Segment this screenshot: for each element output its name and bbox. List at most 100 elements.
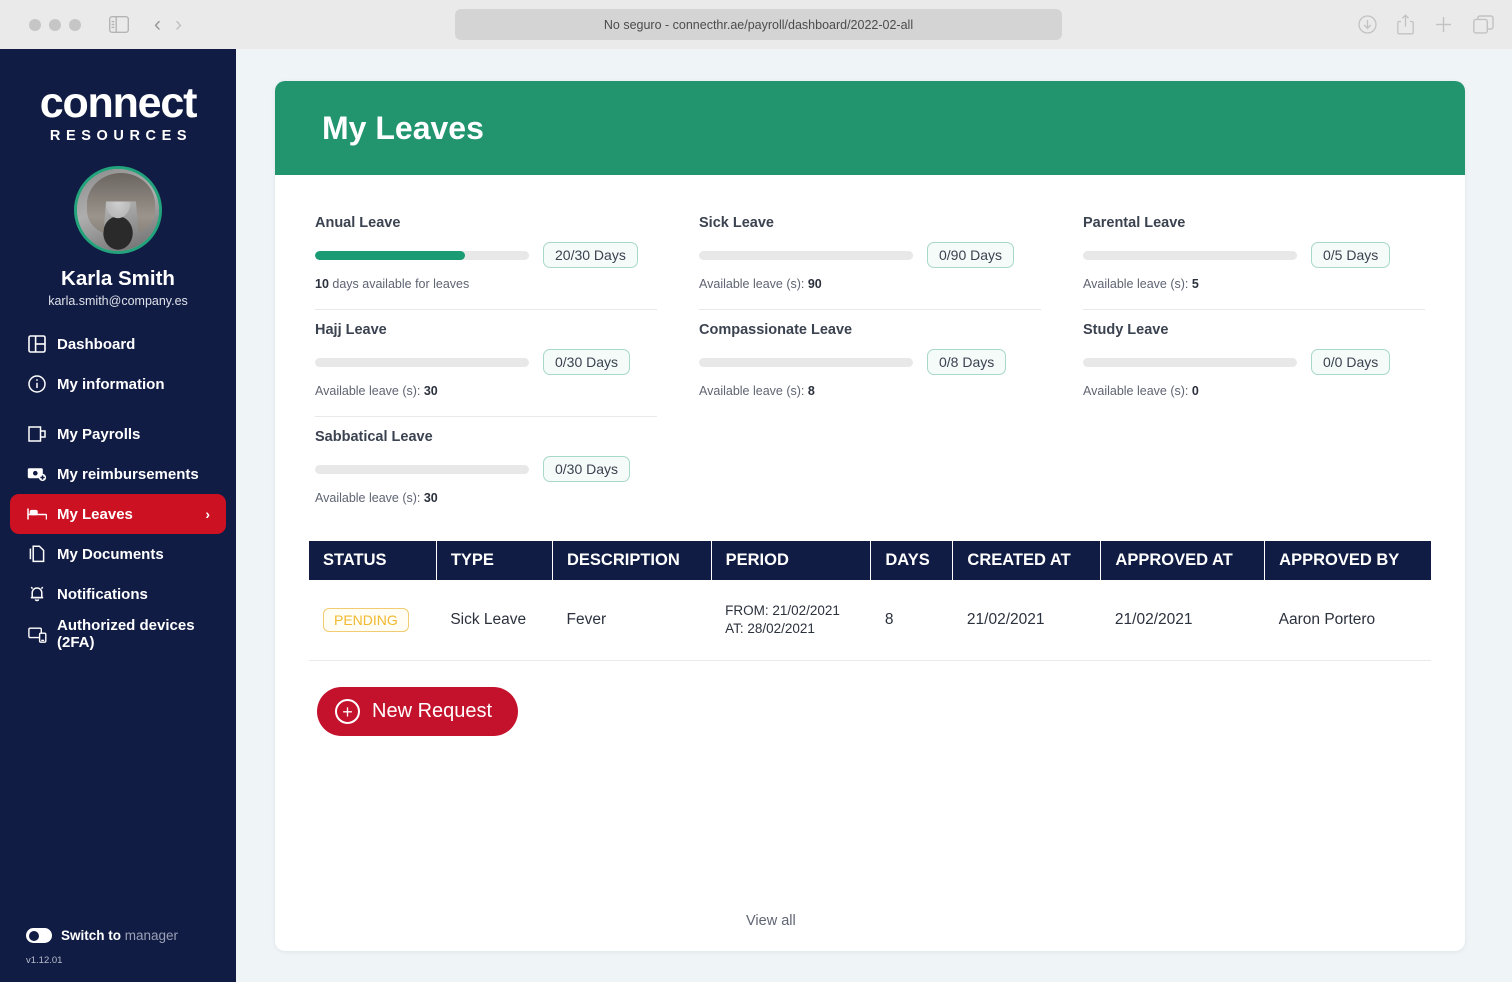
toggle-knob bbox=[28, 930, 39, 941]
share-icon[interactable] bbox=[1397, 14, 1414, 35]
switch-muted-text: manager bbox=[124, 928, 179, 943]
sidebar-item-label: Dashboard bbox=[57, 335, 136, 353]
new-request-label: New Request bbox=[372, 700, 493, 723]
progress-track bbox=[699, 250, 913, 260]
page-header: My Leaves bbox=[275, 81, 1465, 175]
column-header-description[interactable]: DESCRIPTION bbox=[552, 541, 712, 580]
devices-icon bbox=[27, 624, 47, 644]
leave-card-hajj: Hajj Leave 0/30 Days Available leave (s)… bbox=[315, 309, 657, 416]
user-email: karla.smith@company.es bbox=[48, 294, 188, 308]
sidebar-toggle-icon[interactable] bbox=[109, 16, 129, 33]
column-header-status[interactable]: STATUS bbox=[309, 541, 437, 580]
app-logo: connect RESOURCES bbox=[0, 49, 236, 145]
leave-sub-prefix: Available leave (s): bbox=[1083, 277, 1192, 291]
leave-sub-suffix: days available for leaves bbox=[328, 277, 470, 291]
tab-overview-icon[interactable] bbox=[1473, 15, 1494, 34]
leave-sub-value: 8 bbox=[807, 384, 815, 398]
column-header-approved-at[interactable]: APPROVED AT bbox=[1100, 541, 1266, 580]
sidebar-item-label: Authorized devices (2FA) bbox=[57, 617, 195, 651]
view-all-link[interactable]: View all bbox=[746, 913, 796, 929]
table-header-row: STATUS TYPE DESCRIPTION PERIOD DAYS CREA… bbox=[309, 541, 1431, 580]
leave-days-badge: 0/0 Days bbox=[1311, 349, 1391, 375]
window-controls[interactable] bbox=[29, 18, 81, 31]
back-button[interactable]: ‹ bbox=[154, 14, 161, 35]
leave-card-compassionate: Compassionate Leave 0/8 Days Available l… bbox=[699, 309, 1041, 416]
leave-days-badge: 0/8 Days bbox=[927, 349, 1007, 375]
sidebar-item-label: My Payrolls bbox=[57, 425, 141, 443]
sidebar-item-label: My reimbursements bbox=[57, 465, 199, 483]
switch-to-manager-toggle[interactable]: Switch to manager bbox=[26, 928, 178, 943]
app-version: v1.12.01 bbox=[26, 955, 63, 966]
column-header-type[interactable]: TYPE bbox=[436, 541, 553, 580]
document-icon bbox=[27, 544, 47, 564]
column-header-days[interactable]: DAYS bbox=[870, 541, 954, 580]
avatar bbox=[74, 166, 162, 254]
leave-progress-row: 20/30 Days bbox=[315, 242, 657, 268]
leave-name: Hajj Leave bbox=[315, 322, 387, 338]
leave-sub-prefix: Available leave (s): bbox=[1083, 384, 1192, 398]
main-content-card: My Leaves Anual Leave 20/30 Days 10 days… bbox=[275, 81, 1465, 951]
period-at: AT: 28/02/2021 bbox=[725, 621, 815, 637]
cell-type: Sick Leave bbox=[436, 580, 553, 662]
cell-status: PENDING bbox=[309, 580, 437, 662]
logo-subtitle: RESOURCES bbox=[49, 128, 193, 144]
table-body: PENDING Sick Leave Fever FROM: 21/02/202… bbox=[309, 580, 1431, 662]
leave-subtext: Available leave (s): 90 bbox=[699, 277, 1041, 291]
new-request-button[interactable]: + New Request bbox=[317, 687, 519, 737]
sidebar-item-authorized-devices[interactable]: Authorized devices (2FA) bbox=[10, 614, 226, 654]
sidebar-item-my-reimbursements[interactable]: My reimbursements bbox=[10, 454, 226, 494]
wallet-icon bbox=[27, 424, 47, 444]
leave-name: Sabbatical Leave bbox=[315, 429, 433, 445]
leave-days-badge: 20/30 Days bbox=[543, 242, 638, 268]
leave-days-badge: 0/30 Days bbox=[543, 349, 631, 375]
leave-sub-prefix: Available leave (s): bbox=[315, 491, 424, 505]
toolbar-actions bbox=[1358, 0, 1494, 49]
column-header-approved-by[interactable]: APPROVED BY bbox=[1264, 541, 1431, 580]
leave-name: Study Leave bbox=[1083, 322, 1169, 338]
progress-fill bbox=[315, 250, 465, 260]
leave-sub-prefix: Available leave (s): bbox=[315, 384, 424, 398]
toggle-switch-icon[interactable] bbox=[26, 928, 52, 943]
cell-period: FROM: 21/02/2021 AT: 28/02/2021 bbox=[711, 580, 871, 662]
progress-track bbox=[699, 357, 913, 367]
new-tab-icon[interactable] bbox=[1434, 15, 1453, 34]
maximize-window-button[interactable] bbox=[69, 18, 81, 31]
period-from: FROM: 21/02/2021 bbox=[725, 603, 840, 618]
sidebar-item-my-documents[interactable]: My Documents bbox=[10, 534, 226, 574]
leave-days-badge: 0/90 Days bbox=[927, 242, 1015, 268]
column-header-created-at[interactable]: CREATED AT bbox=[952, 541, 1102, 580]
sidebar-item-my-information[interactable]: My information bbox=[10, 364, 226, 404]
leave-progress-row: 0/8 Days bbox=[699, 349, 1041, 375]
leave-sub-prefix: Available leave (s): bbox=[699, 277, 808, 291]
leave-card-study: Study Leave 0/0 Days Available leave (s)… bbox=[1083, 309, 1425, 416]
close-window-button[interactable] bbox=[29, 18, 41, 31]
navigation-arrows[interactable]: ‹ › bbox=[154, 14, 182, 35]
plus-icon: + bbox=[335, 699, 360, 725]
cell-days: 8 bbox=[870, 580, 953, 662]
sidebar-item-my-leaves[interactable]: My Leaves › bbox=[10, 494, 226, 534]
leave-subtext: Available leave (s): 30 bbox=[315, 384, 657, 398]
status-badge: PENDING bbox=[323, 608, 409, 633]
leaves-table-wrapper: STATUS TYPE DESCRIPTION PERIOD DAYS CREA… bbox=[275, 523, 1465, 662]
leave-name: Anual Leave bbox=[315, 215, 401, 231]
sidebar-item-dashboard[interactable]: Dashboard bbox=[10, 324, 226, 364]
leave-progress-row: 0/0 Days bbox=[1083, 349, 1425, 375]
sidebar-item-notifications[interactable]: Notifications bbox=[10, 574, 226, 614]
column-header-period[interactable]: PERIOD bbox=[711, 541, 872, 580]
downloads-icon[interactable] bbox=[1358, 15, 1377, 34]
forward-button[interactable]: › bbox=[175, 14, 182, 35]
leave-sub-value: 30 bbox=[423, 491, 438, 505]
address-bar[interactable]: No seguro - connecthr.ae/payroll/dashboa… bbox=[455, 9, 1062, 40]
browser-toolbar: ‹ › No seguro - connecthr.ae/payroll/das… bbox=[0, 0, 1512, 49]
sidebar-item-my-payrolls[interactable]: My Payrolls bbox=[10, 414, 226, 454]
sidebar-footer: Switch to manager v1.12.01 bbox=[26, 928, 178, 966]
minimize-window-button[interactable] bbox=[49, 18, 61, 31]
progress-track bbox=[1083, 250, 1297, 260]
leave-progress-row: 0/5 Days bbox=[1083, 242, 1425, 268]
sidebar-item-label: My information bbox=[57, 375, 165, 393]
leave-sub-prefix: Available leave (s): bbox=[699, 384, 808, 398]
table-row[interactable]: PENDING Sick Leave Fever FROM: 21/02/202… bbox=[309, 580, 1431, 662]
page-title: My Leaves bbox=[322, 109, 484, 146]
progress-track bbox=[315, 464, 529, 474]
leave-subtext: 10 days available for leaves bbox=[315, 277, 657, 291]
